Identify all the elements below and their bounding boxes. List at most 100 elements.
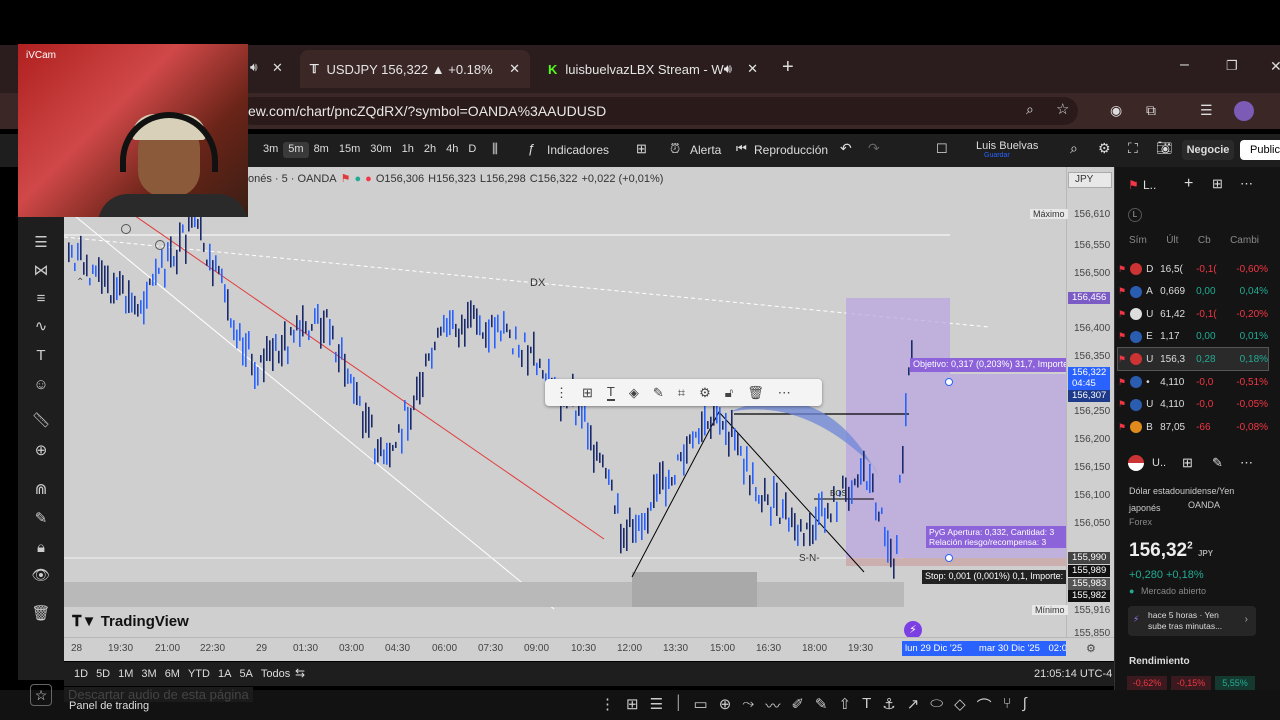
interval-3m[interactable]: 3m [258,142,283,158]
ellipse-icon[interactable]: ⬭ [930,695,943,716]
date-range-icon[interactable]: ⇆ [295,666,305,680]
star-icon[interactable]: ☆ [30,684,52,706]
zoom-icon[interactable]: ⌕ [1026,101,1034,118]
interval-1h[interactable]: 1h [397,142,419,158]
more-icon[interactable]: ⋯ [1240,176,1253,192]
text-icon[interactable]: T [862,695,871,716]
watchlist-row[interactable]: ⚑ U 4,110 -0,0 -0,05% [1118,394,1268,416]
maximize-icon[interactable]: ❐ [1226,58,1238,74]
col-symbol[interactable]: Sím [1129,235,1147,246]
clock-label[interactable]: 21:05:14 UTC-4 [1034,668,1112,680]
avatar[interactable] [1234,101,1254,121]
axis-settings-icon[interactable]: ⚙ [1086,642,1096,655]
arc-icon[interactable]: ⌒ [977,695,992,716]
grid-icon[interactable]: ⊞ [626,695,639,716]
range-1A[interactable]: 1A [218,668,231,680]
more-icon[interactable]: ⋯ [778,385,791,401]
bookmark-star-icon[interactable]: ☆ [1056,100,1069,118]
col-change-pct[interactable]: Cambi [1230,235,1259,246]
fill-color-icon[interactable]: ◈ [629,385,639,401]
anchor-handle[interactable] [155,240,165,250]
trend-icon[interactable]: ↗ [907,695,920,716]
demand-zone-inner[interactable] [632,572,757,607]
extension-icon[interactable]: ◉ [1110,102,1122,119]
interval-4h[interactable]: 4h [441,142,463,158]
lock-icon[interactable]: 🔓︎ [725,385,733,401]
legend-symbol[interactable]: onés · 5 · OANDA [248,173,337,185]
rectangle-icon[interactable]: ▭ [694,695,708,716]
watchlist-row[interactable]: ⚑ D 16,5(-0,1(-0,60% [1118,258,1268,280]
trash-icon[interactable]: 🗑︎ [30,603,52,625]
drag-handle-icon[interactable]: ⋮ [555,385,568,401]
range-1D[interactable]: 1D [74,668,88,680]
range-YTD[interactable]: YTD [188,668,210,680]
diamond-icon[interactable]: ◇ [954,695,966,716]
curve-icon[interactable]: ∫ [1023,695,1027,716]
add-symbol-icon[interactable]: + [1184,175,1193,193]
interval-15m[interactable]: 15m [334,142,365,158]
replay-icon[interactable]: ⏮ [736,141,747,156]
range-3M[interactable]: 3M [141,668,156,680]
white-trendline[interactable] [64,206,555,610]
position-zone[interactable] [846,298,950,558]
range-5D[interactable]: 5D [96,668,110,680]
lock-icon[interactable]: 🔒︎ [30,537,52,559]
trade-button[interactable]: Negocie [1182,140,1234,160]
scroll-up-icon[interactable]: ⌃ [76,277,84,288]
drag-handle-icon[interactable]: ⋮ [600,695,615,716]
zoom-in-icon[interactable]: ⊕ [30,440,52,462]
path-icon[interactable]: 〰 [765,695,780,716]
fullscreen-icon[interactable]: ⛶ [1128,140,1138,157]
col-change[interactable]: Cb [1198,235,1211,246]
vertical-line-icon[interactable]: ⏐ [674,695,683,716]
list-label-icon[interactable]: L [1128,208,1142,222]
close-icon[interactable]: ✕ [272,60,283,76]
window-close-icon[interactable]: ✕ [1270,58,1280,75]
layout-icon[interactable]: ⊞ [636,141,647,157]
lines-icon[interactable]: ☰ [650,695,663,716]
currency-select[interactable]: JPY [1068,172,1112,188]
text-tool-icon[interactable]: T [606,384,615,401]
speaker-icon[interactable]: 🔊︎ [724,61,732,77]
template-icon[interactable]: ⊞ [582,385,593,401]
ruler-tool-icon[interactable]: 📏︎ [30,410,52,432]
interval-D[interactable]: D [463,142,481,158]
watchlist-row[interactable]: ⚑ E 1,17 0,00 0,01% [1118,326,1268,348]
trading-panel-button[interactable]: Panel de trading [69,700,149,712]
range-1M[interactable]: 1M [118,668,133,680]
detail-symbol[interactable]: U.. [1152,457,1166,469]
layout-icon[interactable]: ⊞ [1212,176,1223,192]
interval-8m[interactable]: 8m [309,142,334,158]
chart-link-icon[interactable]: ⌗ [678,385,685,401]
save-label[interactable]: Guardar [984,152,1010,159]
watchlist-row[interactable]: ⚑ U 61,42 -0,1(-0,20% [1118,303,1268,325]
edit-icon[interactable]: ✎ [1212,455,1223,471]
eye-icon[interactable]: 👁︎ [30,565,52,587]
media-icon[interactable]: ☰ [1200,102,1213,119]
puzzle-icon[interactable]: ⧉ [1146,102,1156,119]
interval-5m[interactable]: 5m [283,142,309,158]
more-icon[interactable]: ⋯ [1240,455,1253,471]
flag-icon[interactable]: ⚑ [341,172,351,185]
col-last[interactable]: Últ [1166,235,1178,246]
fork-icon[interactable]: ⑂ [1003,695,1012,716]
minimize-icon[interactable]: – [1180,56,1189,74]
grid-icon[interactable]: ⊞ [1182,455,1193,471]
interval-2h[interactable]: 2h [419,142,441,158]
watchlist-row[interactable]: ⚑ U 156,3 0,28 0,18% [1117,347,1269,372]
text-tool-icon[interactable]: T [30,345,52,367]
close-icon[interactable]: ✕ [509,61,520,77]
watchlist-row[interactable]: ⚑ A 0,669 0,00 0,04% [1118,281,1268,303]
news-card[interactable]: ⚡︎ hace 5 horas · Yen sube tras minutas.… [1128,606,1256,636]
indicators-icon[interactable]: ƒ [528,141,535,156]
bar-style-icon[interactable]: ⫼ [492,141,498,157]
range-6M[interactable]: 6M [165,668,180,680]
user-name[interactable]: Luis Buelvas [976,140,1038,152]
emoji-tool-icon[interactable]: ☺ [30,374,52,396]
tradingview-logo[interactable]: 𝐓▼ TradingView [72,613,189,630]
stop-zone[interactable] [846,558,1066,566]
settings-icon[interactable]: ⚙ [699,385,711,401]
layout-checkbox-icon[interactable]: ☐ [936,141,948,157]
redo-icon[interactable]: ↷ [868,140,880,157]
lock-drawings-icon[interactable]: ✎ [30,508,52,530]
